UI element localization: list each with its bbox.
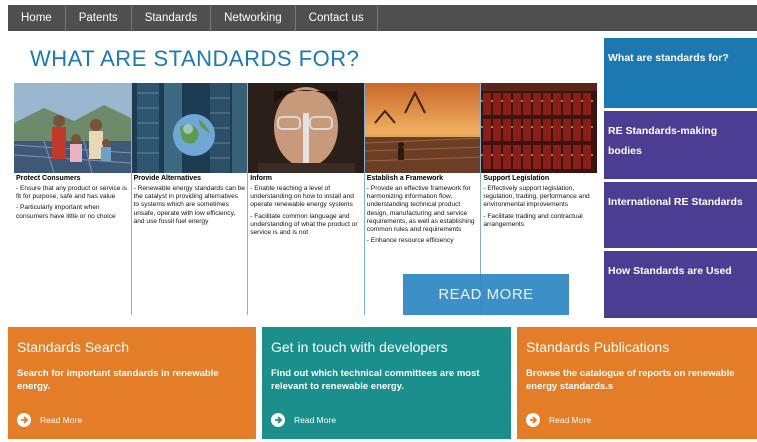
tile-text: Search for important standards in renewa… bbox=[17, 368, 219, 392]
hero-panel: WHAT ARE STANDARDS FOR? Protect Consumer… bbox=[8, 38, 602, 318]
tile-read-more-link[interactable]: Read More bbox=[17, 413, 82, 427]
arrow-right-icon bbox=[17, 413, 31, 427]
column-title: Protect Consumers bbox=[16, 175, 81, 182]
arrow-right-icon bbox=[526, 413, 540, 427]
column-title: Provide Alternatives bbox=[133, 175, 202, 182]
column-text: - Ensure that any product or service is … bbox=[16, 185, 128, 201]
sidebar-item-what-are-standards[interactable]: What are standards for? bbox=[604, 38, 757, 108]
sidebar-item-how-standards-used[interactable]: How Standards are Used bbox=[604, 251, 757, 318]
sunset-bridge-photo bbox=[364, 83, 481, 173]
page-title: WHAT ARE STANDARDS FOR? bbox=[30, 46, 360, 71]
nav-standards[interactable]: Standards bbox=[132, 5, 212, 31]
column-title: Establish a Framework bbox=[366, 175, 444, 182]
column-text: - Enhance resource efficiency bbox=[366, 237, 454, 245]
arrow-right-icon bbox=[271, 413, 285, 427]
tile-text: Browse the catalogue of reports on renew… bbox=[526, 368, 735, 392]
tile-standards-search: Standards Search Search for important st… bbox=[8, 327, 256, 439]
read-more-button[interactable]: READ MORE bbox=[403, 274, 569, 315]
family-solar-photo bbox=[14, 83, 131, 173]
nav-contact-us[interactable]: Contact us bbox=[296, 5, 378, 31]
top-nav: Home Patents Standards Networking Contac… bbox=[8, 5, 757, 31]
column-text: - Enable reaching a level of understandi… bbox=[250, 185, 354, 209]
column-text: - Facilitate common language and underst… bbox=[250, 212, 358, 237]
tile-standards-publications: Standards Publications Browse the catalo… bbox=[517, 327, 757, 439]
read-more-label: Read More bbox=[40, 415, 83, 425]
tile-title: Standards Search bbox=[17, 339, 130, 355]
law-books-photo bbox=[481, 83, 597, 173]
column-text: - Provide an effective framework for har… bbox=[366, 185, 475, 234]
tile-contact-developers: Get in touch with developers Find out wh… bbox=[262, 327, 511, 439]
column-inform: Inform - Enable reaching a level of unde… bbox=[247, 83, 364, 315]
column-text: - Particularly important when consumers … bbox=[16, 204, 116, 220]
tile-title: Get in touch with developers bbox=[271, 339, 448, 355]
column-text: - Renewable energy standards can be the … bbox=[133, 185, 246, 225]
column-text: - Effectively support legislation, regul… bbox=[483, 185, 590, 209]
column-title: Support Legislation bbox=[483, 175, 550, 182]
scientist-photo bbox=[248, 83, 364, 173]
tile-read-more-link[interactable]: Read More bbox=[271, 413, 336, 427]
tile-text: Find out which technical committees are … bbox=[271, 368, 480, 392]
column-provide-alternatives: Provide Alternatives - Renewable energy … bbox=[130, 83, 248, 315]
nav-home[interactable]: Home bbox=[8, 5, 66, 31]
read-more-label: Read More bbox=[294, 415, 337, 425]
tile-read-more-link[interactable]: Read More bbox=[526, 413, 591, 427]
globe-skyscraper-photo bbox=[131, 83, 248, 173]
tile-title: Standards Publications bbox=[526, 339, 670, 355]
column-protect-consumers: Protect Consumers - Ensure that any prod… bbox=[14, 83, 131, 315]
column-text: - Facilitate trading and contractual arr… bbox=[483, 212, 583, 228]
sidebar-item-standards-bodies[interactable]: RE Standards-making bodies bbox=[604, 111, 757, 179]
sidebar-item-international-standards[interactable]: International RE Standards bbox=[604, 182, 757, 248]
nav-networking[interactable]: Networking bbox=[211, 5, 296, 31]
read-more-label: Read More bbox=[549, 415, 592, 425]
column-title: Inform bbox=[250, 175, 272, 182]
nav-patents[interactable]: Patents bbox=[66, 5, 132, 31]
